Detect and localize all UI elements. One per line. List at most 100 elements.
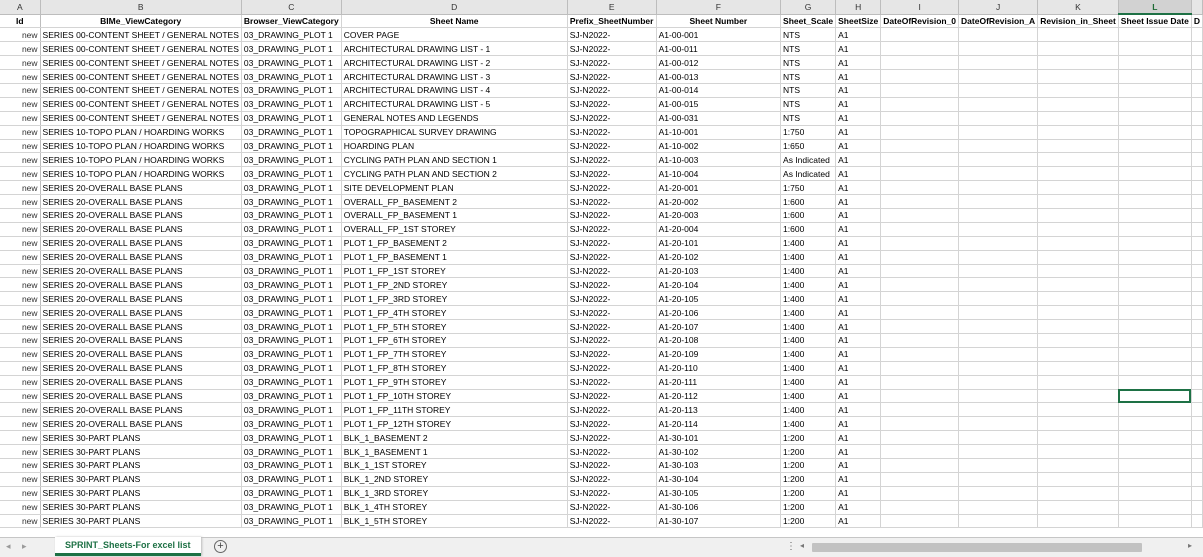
table-cell[interactable]: SERIES 10-TOPO PLAN / HOARDING WORKS — [40, 152, 242, 168]
table-cell[interactable]: PLOT 1_FP_4TH STOREY — [341, 305, 568, 321]
table-cell[interactable]: PLOT 1_FP_12TH STOREY — [341, 416, 568, 432]
tab-prev-icon[interactable]: ◂ — [6, 541, 11, 552]
table-cell[interactable] — [880, 152, 960, 168]
table-cell[interactable]: 03_DRAWING_PLOT 1 — [241, 375, 342, 390]
table-cell[interactable]: A1-30-101 — [656, 430, 782, 446]
table-cell[interactable] — [1118, 180, 1192, 196]
table-cell[interactable] — [1118, 389, 1192, 404]
table-cell[interactable] — [1118, 97, 1192, 112]
table-cell[interactable]: PLOT 1_FP_6TH STOREY — [341, 333, 568, 348]
table-cell[interactable] — [880, 500, 960, 515]
table-cell[interactable]: A1-20-004 — [656, 222, 782, 237]
table-cell[interactable] — [1118, 514, 1192, 529]
table-cell[interactable]: new — [0, 389, 41, 404]
table-cell[interactable] — [1037, 333, 1119, 348]
table-cell[interactable]: SJ-N2022- — [567, 430, 657, 446]
table-cell[interactable]: new — [0, 291, 41, 307]
table-cell[interactable] — [1037, 319, 1119, 334]
table-cell[interactable]: SJ-N2022- — [567, 111, 657, 126]
table-cell[interactable]: new — [0, 430, 41, 446]
column-header-G[interactable]: G — [780, 0, 837, 15]
table-cell[interactable]: SJ-N2022- — [567, 472, 657, 487]
table-cell[interactable]: 03_DRAWING_PLOT 1 — [241, 514, 342, 529]
table-cell[interactable] — [958, 291, 1039, 307]
table-cell[interactable] — [1037, 27, 1119, 43]
table-cell[interactable]: PLOT 1_FP_BASEMENT 2 — [341, 236, 568, 251]
field-header-cell[interactable]: Sheet Name — [341, 14, 568, 29]
table-cell[interactable]: A1 — [835, 333, 882, 348]
table-cell[interactable]: new — [0, 486, 41, 501]
table-cell[interactable]: 03_DRAWING_PLOT 1 — [241, 194, 342, 209]
column-header-A[interactable]: A — [0, 0, 41, 15]
table-cell[interactable]: A1 — [835, 416, 882, 432]
field-header-cell[interactable]: Sheet_Scale — [780, 14, 837, 29]
table-cell[interactable] — [1037, 250, 1119, 265]
table-cell[interactable]: SERIES 00-CONTENT SHEET / GENERAL NOTES — [40, 69, 242, 84]
table-cell[interactable]: A1 — [835, 180, 882, 196]
table-cell[interactable] — [880, 125, 960, 140]
field-header-cell[interactable]: SheetSize — [835, 14, 882, 29]
table-cell[interactable]: A1 — [835, 486, 882, 501]
table-cell[interactable]: 03_DRAWING_PLOT 1 — [241, 333, 342, 348]
table-cell[interactable]: A1-30-103 — [656, 458, 782, 473]
table-cell[interactable] — [880, 41, 960, 57]
table-cell[interactable] — [1118, 319, 1192, 334]
table-cell[interactable] — [1191, 402, 1203, 418]
table-cell[interactable]: 1:400 — [780, 277, 837, 293]
table-cell[interactable]: SERIES 20-OVERALL BASE PLANS — [40, 250, 242, 265]
table-cell[interactable]: SERIES 20-OVERALL BASE PLANS — [40, 180, 242, 196]
table-cell[interactable]: new — [0, 41, 41, 57]
table-cell[interactable]: 03_DRAWING_PLOT 1 — [241, 41, 342, 57]
table-cell[interactable]: SITE DEVELOPMENT PLAN — [341, 180, 568, 196]
column-header-C[interactable]: C — [241, 0, 342, 15]
table-cell[interactable] — [958, 347, 1039, 362]
table-cell[interactable]: 03_DRAWING_PLOT 1 — [241, 444, 342, 459]
table-cell[interactable]: 1:600 — [780, 222, 837, 237]
table-cell[interactable] — [880, 361, 960, 376]
table-cell[interactable] — [1191, 152, 1203, 168]
table-cell[interactable] — [1118, 69, 1192, 84]
table-cell[interactable] — [1118, 139, 1192, 154]
table-cell[interactable]: 1:400 — [780, 375, 837, 390]
table-cell[interactable] — [1118, 500, 1192, 515]
table-cell[interactable] — [1191, 444, 1203, 459]
table-cell[interactable] — [880, 194, 960, 209]
table-cell[interactable]: new — [0, 333, 41, 348]
table-cell[interactable] — [1118, 402, 1192, 418]
column-header-D[interactable]: D — [341, 0, 568, 15]
table-cell[interactable]: 1:400 — [780, 333, 837, 348]
table-cell[interactable] — [1191, 139, 1203, 154]
table-cell[interactable] — [958, 444, 1039, 459]
table-cell[interactable]: A1-30-106 — [656, 500, 782, 515]
table-cell[interactable] — [880, 83, 960, 98]
table-cell[interactable]: A1 — [835, 319, 882, 334]
table-cell[interactable]: A1 — [835, 514, 882, 529]
table-cell[interactable]: A1-20-111 — [656, 375, 782, 390]
table-cell[interactable]: SERIES 20-OVERALL BASE PLANS — [40, 402, 242, 418]
table-cell[interactable] — [1037, 125, 1119, 140]
table-cell[interactable] — [1191, 514, 1203, 529]
table-cell[interactable]: SERIES 20-OVERALL BASE PLANS — [40, 208, 242, 223]
table-cell[interactable] — [1191, 375, 1203, 390]
table-cell[interactable]: NTS — [780, 97, 837, 112]
table-cell[interactable]: A1-00-011 — [656, 41, 782, 57]
table-cell[interactable]: TOPOGRAPHICAL SURVEY DRAWING — [341, 125, 568, 140]
table-cell[interactable] — [1191, 277, 1203, 293]
table-cell[interactable]: PLOT 1_FP_2ND STOREY — [341, 277, 568, 293]
table-cell[interactable] — [1191, 319, 1203, 334]
table-cell[interactable] — [1037, 347, 1119, 362]
table-cell[interactable] — [958, 430, 1039, 446]
table-cell[interactable]: SJ-N2022- — [567, 41, 657, 57]
table-cell[interactable]: 03_DRAWING_PLOT 1 — [241, 166, 342, 182]
table-cell[interactable]: A1-20-001 — [656, 180, 782, 196]
table-cell[interactable]: A1 — [835, 375, 882, 390]
table-cell[interactable]: SJ-N2022- — [567, 375, 657, 390]
table-cell[interactable] — [1118, 458, 1192, 473]
table-cell[interactable] — [1191, 208, 1203, 223]
table-cell[interactable] — [880, 333, 960, 348]
table-cell[interactable]: new — [0, 139, 41, 154]
table-cell[interactable]: new — [0, 69, 41, 84]
table-cell[interactable] — [1037, 305, 1119, 321]
field-header-cell[interactable]: Browser_ViewCategory — [241, 14, 342, 29]
table-cell[interactable]: CYCLING PATH PLAN AND SECTION 2 — [341, 166, 568, 182]
